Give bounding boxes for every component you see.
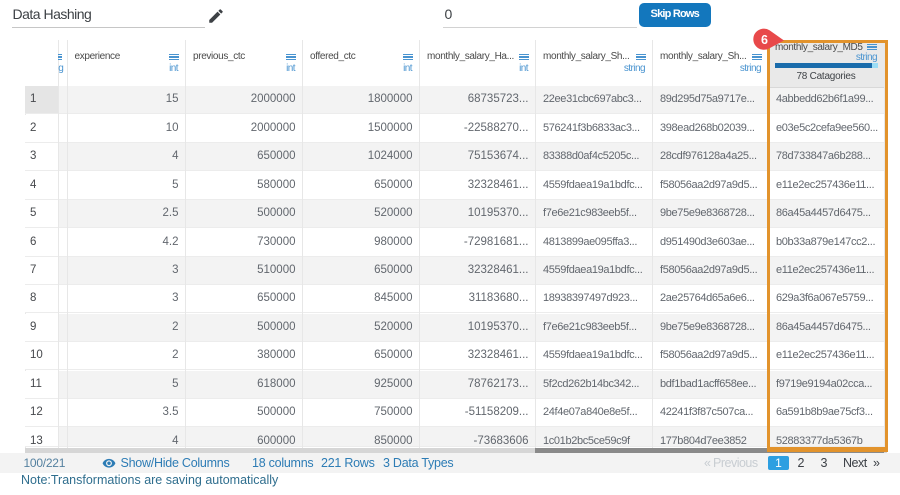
svg-text:6: 6 [761,33,768,47]
